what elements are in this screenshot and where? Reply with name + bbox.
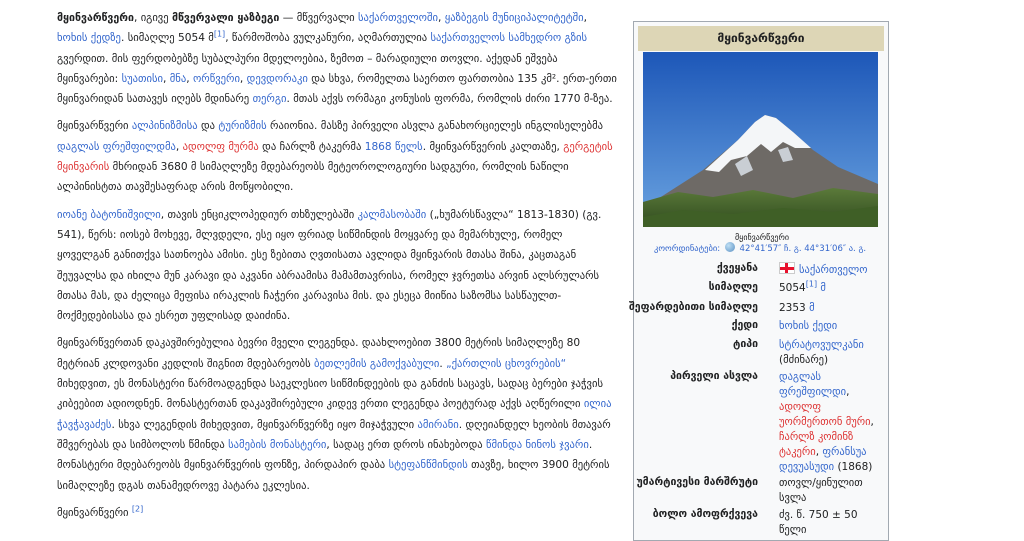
text: , <box>239 72 247 85</box>
text: . მყინვარწვერის კალთაზე, <box>422 140 564 153</box>
first-ascent-freshfield[interactable]: დაგლას ფრეშფილდი <box>779 371 846 398</box>
infobox-title: მყინვარწვერი <box>638 26 884 51</box>
link-georgia[interactable]: საქართველოში <box>358 12 438 24</box>
text: და ჩარლზ ტაკერმა <box>258 140 365 153</box>
link-kalmasoba[interactable]: კალმასობაში <box>358 209 427 221</box>
link-freshfield[interactable]: დაგლას ფრეშფილდმა <box>57 141 176 153</box>
georgia-flag-icon <box>779 262 795 274</box>
country-link[interactable]: საქართველო <box>799 264 867 276</box>
paragraph-legends: მყინვარწვერთან დაკავშირებულია ბევრი მველ… <box>57 333 617 495</box>
text: რაიონია. მასზე პირველი ასვლა განახორციელ… <box>266 120 604 133</box>
text: . სიმაღლე 5054 მ <box>120 32 214 45</box>
link-kartlis-tskhovreba[interactable]: „ქართლის ცხოვრების“ <box>446 358 566 370</box>
link-military-road[interactable]: საქართველოს სამხედრო გზის <box>430 32 587 44</box>
redlink-moore[interactable]: ადოლფ მურმა <box>183 141 259 153</box>
paragraph-cut: მყინვარწვერი [2] <box>57 503 617 523</box>
link-glacier-suatisi[interactable]: სუათისი <box>122 73 163 85</box>
link-glacier-devdoraki[interactable]: დევდორაკი <box>247 73 308 85</box>
height-ref[interactable]: [1] <box>806 280 817 289</box>
article-subject: მყინვარწვერი <box>57 12 134 24</box>
text: („ხუმარსწავლა“ 1813-1830) (გვ. 541), წერ… <box>57 208 602 323</box>
prominence-label: შეფარდებითი სიმაღლე <box>628 301 758 313</box>
text: , <box>583 12 588 24</box>
link-khokhi-range[interactable]: ხოხის ქედზე <box>57 32 121 44</box>
link-1868[interactable]: 1868 წელს <box>365 141 423 153</box>
paragraph-ioane: იოანე ბატონიშვილი, თავის ენციკლოპედიურ თ… <box>57 205 617 327</box>
link-alpinism[interactable]: ალპინიზმისა <box>132 120 198 132</box>
prominence-value: 2353 <box>779 302 806 314</box>
text: მხრიდან 3680 მ სიმაღლეზე მდებარეობს მეტე… <box>57 161 569 194</box>
type-note: (მძინარე) <box>779 354 829 366</box>
route-value: თოვლ/ყინულით სვლა <box>779 477 863 504</box>
first-ascent-year: (1868) <box>834 461 873 473</box>
range-label: ქედი <box>731 319 758 331</box>
text: , იგივე <box>133 12 172 24</box>
type-label: ტიპი <box>733 338 758 350</box>
coordinates: კოორდინატები: 42°41′57″ ჩ. გ. 44°31′06″ … <box>654 242 886 254</box>
height-unit[interactable]: მ <box>817 282 826 294</box>
ref-1[interactable]: [1] <box>214 30 225 39</box>
paragraph-intro: მყინვარწვერი, იგივე მწვერვალი ყაზბეგი — … <box>57 8 617 109</box>
text: , თავის ენციკლოპედიურ თხზულებაში <box>160 208 358 221</box>
text: , <box>163 72 170 85</box>
height-value: 5054 <box>779 282 806 294</box>
text: . სხვა ლეგენდის მიხედვით, მყინვარწვერზე … <box>111 418 418 431</box>
text: , წარმოშობა ვულკანური, აღმართულია <box>225 32 431 45</box>
article-body: მყინვარწვერი, იგივე მწვერვალი ყაზბეგი — … <box>57 8 617 530</box>
link-betlemi-cave[interactable]: ბეთლემის გამოქვაბული <box>314 358 439 370</box>
coordinates-label[interactable]: კოორდინატები: <box>654 244 720 254</box>
link-kazbegi-municipality[interactable]: ყაზბეგის მუნიციპალიტეტში <box>445 12 584 24</box>
link-sameba-monastery[interactable]: სამების მონასტერი <box>228 439 326 451</box>
mountain-photo[interactable] <box>643 52 878 227</box>
prominence-unit[interactable]: მ <box>806 302 815 314</box>
alt-name: მწვერვალი ყაზბეგი <box>172 12 280 24</box>
text: მყინვარწვერი <box>57 120 132 133</box>
link-glacier-mna[interactable]: მნა <box>170 73 186 85</box>
coordinates-value[interactable]: 42°41′57″ ჩ. გ. 44°31′06″ ა. გ. <box>740 244 867 254</box>
link-tourism[interactable]: ტურიზმის <box>218 120 266 132</box>
ref-2[interactable]: [2] <box>132 504 143 513</box>
link-nino-cross[interactable]: წმინდა ნინოს ჯვარი <box>486 439 589 451</box>
country-label: ქვეყანა <box>716 262 758 274</box>
link-glacier-ortsveri[interactable]: ორწვერი <box>193 73 240 85</box>
height-label: სიმაღლე <box>708 281 758 293</box>
photo-caption: მყინვარწვერი <box>735 233 789 242</box>
text: მიხედვით, ეს მონასტერი წარმოადგენდა საეკ… <box>57 378 603 411</box>
route-label: უმარტივესი მარშრუტი <box>636 476 758 488</box>
text: , სადაც ერთ დროს ინახებოდა <box>326 438 487 451</box>
last-eruption-label: ბოლო ამოფრქვევა <box>652 508 758 520</box>
first-ascent-label: პირველი ასვლა <box>670 370 758 382</box>
text: . მთას აქვს ორმაგი კონუსის ფორმა, რომლის… <box>286 93 613 106</box>
globe-icon[interactable] <box>724 242 735 252</box>
link-amirani[interactable]: ამირანი <box>418 419 459 431</box>
text: , <box>175 140 183 153</box>
text: — მწვერვალი <box>279 12 358 24</box>
paragraph-mountaineering: მყინვარწვერი ალპინიზმისა და ტურიზმის რაი… <box>57 116 617 197</box>
text: მყინვარწვერი <box>57 506 132 519</box>
text: და <box>197 120 219 133</box>
first-ascent-moore[interactable]: ადოლფ უორმერთონ მური <box>779 401 871 428</box>
type-link[interactable]: სტრატოვულკანი <box>779 339 864 351</box>
text: , <box>186 72 193 85</box>
link-ioane-batonishvili[interactable]: იოანე ბატონიშვილი <box>57 209 161 221</box>
infobox: მყინვარწვერი მყინვარწვერი კოორდინატები: … <box>629 21 889 541</box>
range-link[interactable]: ხოხის ქედი <box>779 320 837 332</box>
link-stepantsminda[interactable]: სტეფანწმინდის <box>389 459 468 471</box>
link-terek-river[interactable]: თერგი <box>253 93 287 105</box>
text: , <box>437 12 445 24</box>
